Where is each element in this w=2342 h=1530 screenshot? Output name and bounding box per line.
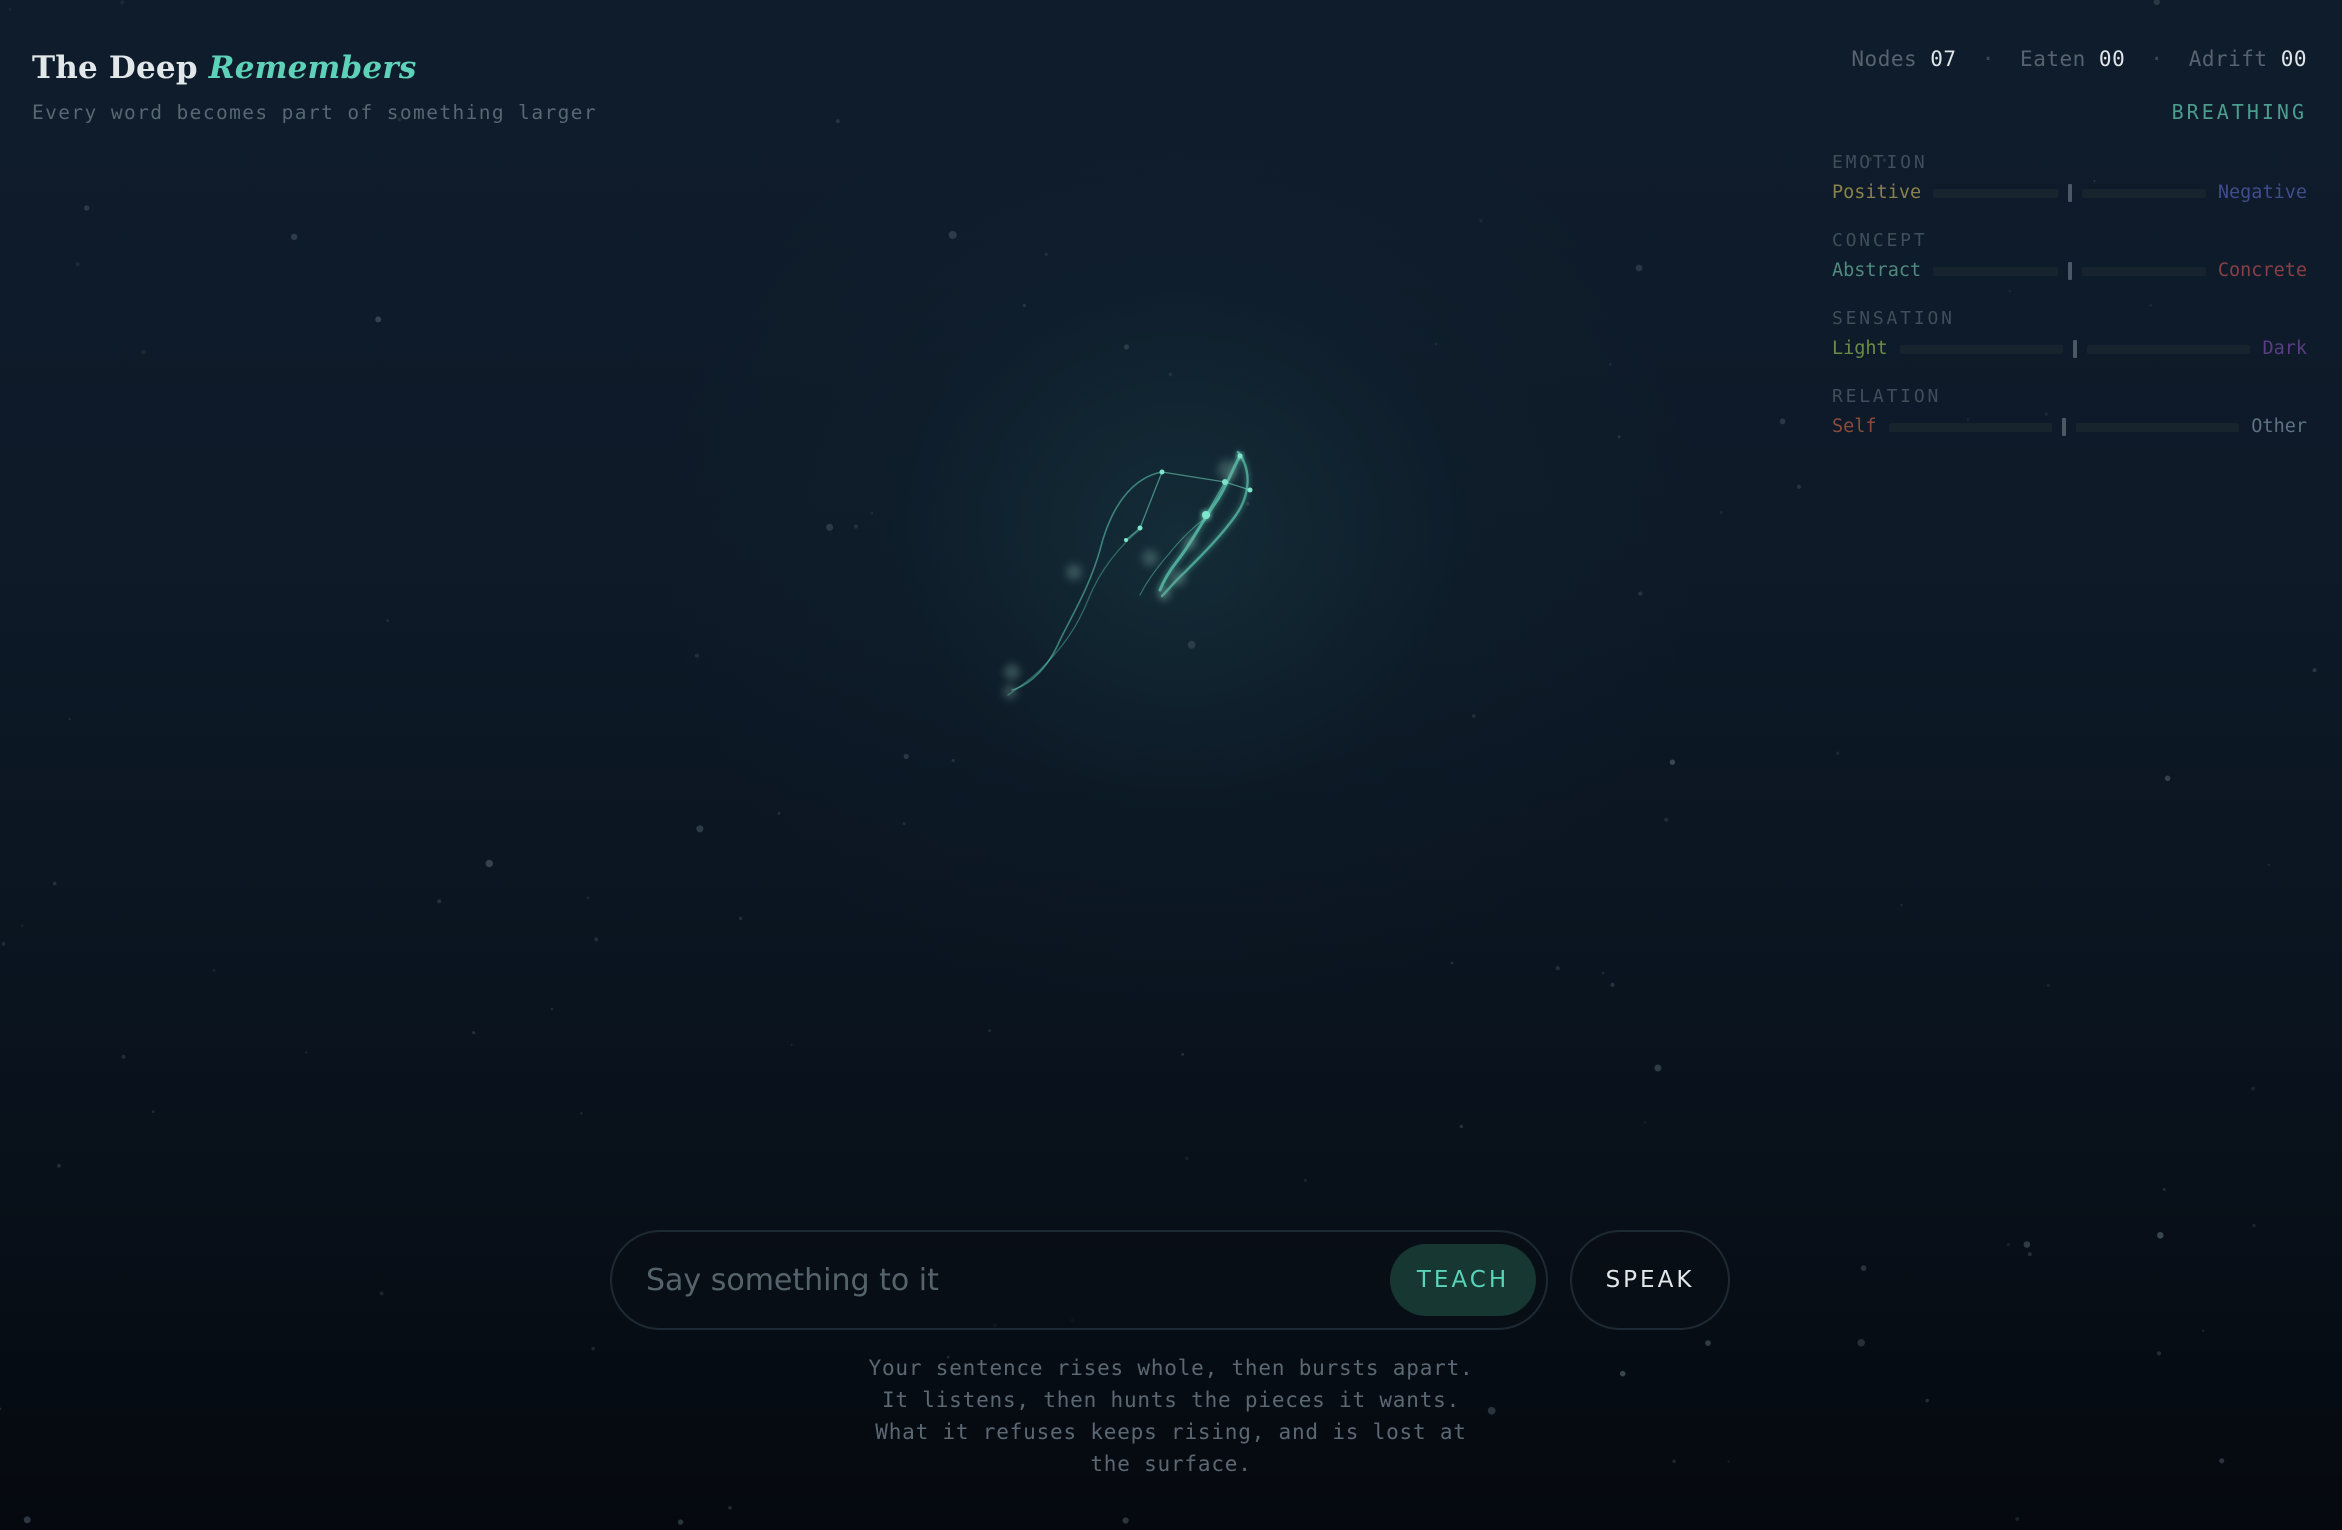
axis-track-left xyxy=(1933,266,2058,276)
axis-indicator xyxy=(2061,418,2066,436)
spore xyxy=(1218,460,1238,480)
axis-concept: CONCEPT Abstract Concrete xyxy=(1832,230,2307,282)
node-link xyxy=(1139,471,1163,529)
page-title: The Deep Remembers xyxy=(32,50,597,87)
node-bright xyxy=(1202,511,1210,519)
axis-name: RELATION xyxy=(1832,386,1942,407)
axis-track-right xyxy=(2075,422,2240,432)
node xyxy=(1159,469,1165,475)
adrift-label: Adrift xyxy=(2188,47,2268,71)
node-link xyxy=(1125,527,1141,541)
spore xyxy=(1142,550,1158,566)
tendril xyxy=(1011,471,1163,691)
axis-name: CONCEPT xyxy=(1832,230,1928,251)
instruction-line: Your sentence rises whole, then bursts a… xyxy=(868,1356,1474,1380)
spore xyxy=(1170,570,1186,586)
eaten-label: Eaten xyxy=(2020,47,2086,71)
creature-tendrils xyxy=(1007,450,1249,696)
axis-left-pole: Light xyxy=(1832,338,1888,359)
message-input-container: TEACH xyxy=(610,1230,1548,1330)
speak-button[interactable]: SPEAK xyxy=(1570,1230,1730,1330)
spore xyxy=(1066,564,1082,580)
axis-track xyxy=(1933,260,2206,282)
stats-separator: · xyxy=(1981,47,1995,71)
instruction-line: the surface. xyxy=(1090,1452,1252,1476)
creature-links xyxy=(1125,471,1251,541)
teach-button[interactable]: TEACH xyxy=(1390,1244,1536,1316)
axis-row: Self Other xyxy=(1832,416,2307,438)
axis-track-left xyxy=(1899,344,2064,354)
node-link xyxy=(1205,481,1226,516)
node xyxy=(1247,487,1253,493)
node xyxy=(1237,453,1243,459)
axis-track xyxy=(1888,416,2240,438)
axis-indicator xyxy=(2067,184,2072,202)
axis-left-pole: Positive xyxy=(1832,182,1922,203)
axis-left-pole: Abstract xyxy=(1832,260,1922,281)
axis-name: EMOTION xyxy=(1832,152,1928,173)
axis-track-left xyxy=(1888,422,2052,432)
creature-spores xyxy=(1003,460,1238,699)
message-input[interactable] xyxy=(646,1254,1266,1306)
instructions-text: Your sentence rises whole, then bursts a… xyxy=(840,1352,1502,1480)
axis-right-pole: Other xyxy=(2251,416,2307,437)
title-block: The Deep Remembers Every word becomes pa… xyxy=(32,50,597,124)
title-accent: Remembers xyxy=(208,50,417,86)
spore xyxy=(1157,587,1171,601)
axis-emotion: EMOTION Positive Negative xyxy=(1832,152,2307,204)
axis-track xyxy=(1899,338,2251,360)
node-link xyxy=(1161,471,1226,483)
creature-state: BREATHING xyxy=(2171,100,2307,124)
spore xyxy=(1004,664,1020,680)
eaten-value: 00 xyxy=(2098,47,2126,71)
adrift-value: 00 xyxy=(2280,47,2307,71)
axis-indicator xyxy=(2067,262,2072,280)
axis-name: SENSATION xyxy=(1832,308,1955,329)
axis-track-left xyxy=(1933,188,2058,198)
axis-row: Light Dark xyxy=(1832,338,2307,360)
axis-sensation: SENSATION Light Dark xyxy=(1832,308,2307,360)
node xyxy=(1124,538,1128,542)
nodes-value: 07 xyxy=(1930,47,1957,71)
stats-bar: Nodes 07 · Eaten 00 · Adrift 00 xyxy=(1851,47,2307,71)
axis-track-right xyxy=(2081,266,2206,276)
page-subtitle: Every word becomes part of something lar… xyxy=(32,101,598,125)
axis-right-pole: Negative xyxy=(2217,182,2307,203)
axis-row: Abstract Concrete xyxy=(1832,260,2307,282)
semantic-axes-panel: EMOTION Positive Negative CONCEPT Abstra… xyxy=(1832,152,2307,464)
axis-track xyxy=(1933,182,2206,204)
axis-track-right xyxy=(2081,188,2206,198)
axis-track-right xyxy=(2087,344,2251,354)
stats-separator: · xyxy=(2150,47,2164,71)
instruction-line: What it refuses keeps rising, and is los… xyxy=(875,1420,1467,1444)
axis-row: Positive Negative xyxy=(1832,182,2307,204)
node xyxy=(1137,525,1143,531)
axis-right-pole: Concrete xyxy=(2217,260,2307,281)
axis-indicator xyxy=(2073,340,2078,358)
title-main: The Deep xyxy=(32,50,198,86)
axis-right-pole: Dark xyxy=(2262,338,2307,359)
instruction-line: It listens, then hunts the pieces it wan… xyxy=(881,1388,1461,1412)
nodes-label: Nodes xyxy=(1851,47,1918,71)
axis-relation: RELATION Self Other xyxy=(1832,386,2307,438)
spore xyxy=(1183,536,1197,550)
axis-left-pole: Self xyxy=(1832,416,1877,437)
spore xyxy=(1003,685,1017,699)
